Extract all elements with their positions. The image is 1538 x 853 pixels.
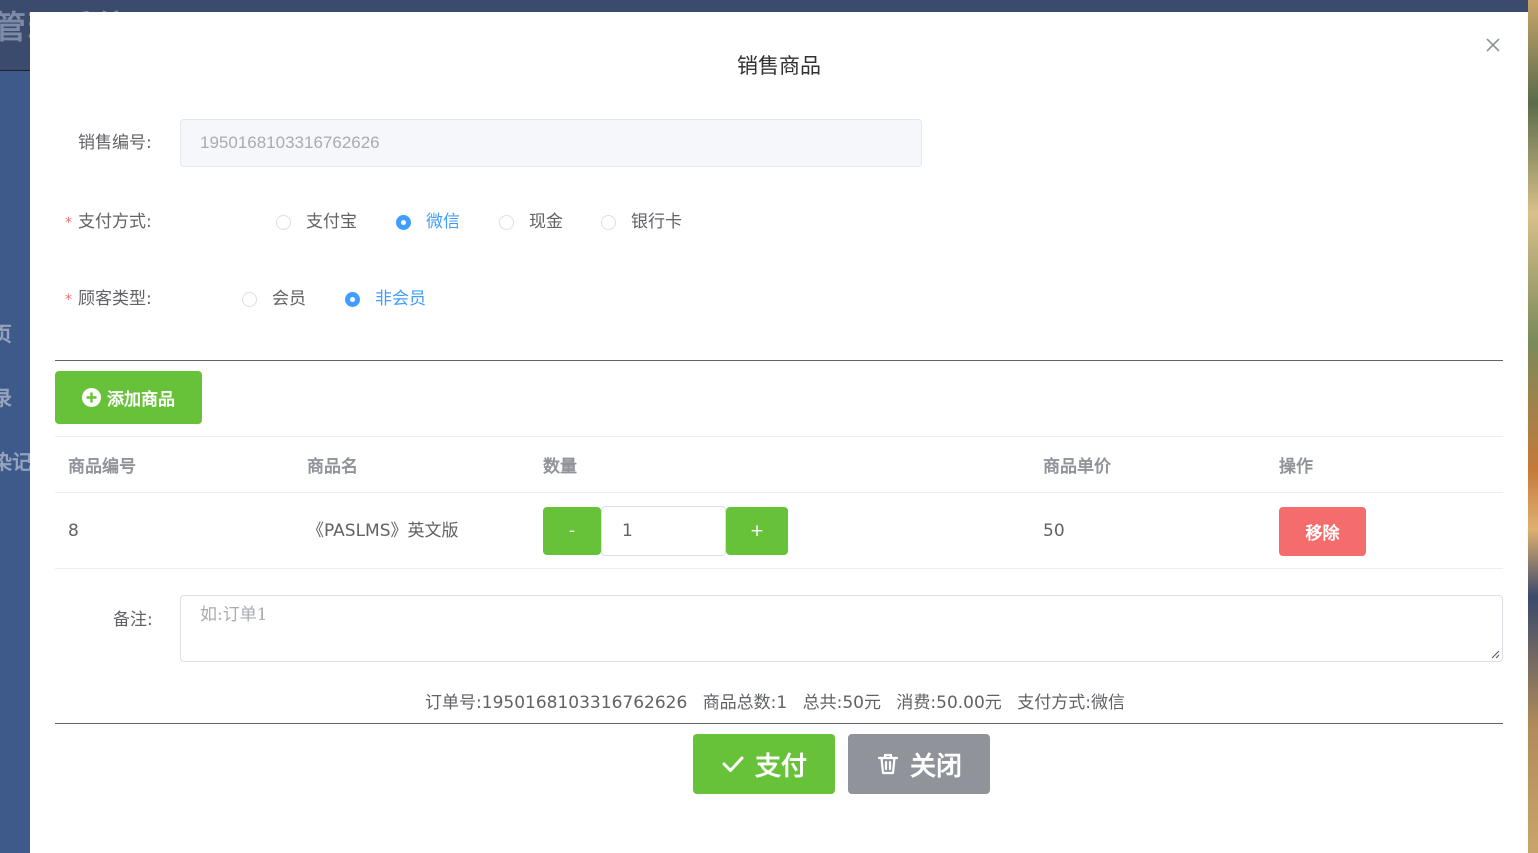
dialog-title: 销售商品 [737, 54, 821, 78]
column-header-qty: 数量 [543, 457, 577, 477]
sidebar-item: 染记 [0, 450, 32, 474]
column-header-name: 商品名 [307, 457, 358, 477]
pay-button[interactable]: 支付 [693, 734, 835, 794]
radio-label: 银行卡 [631, 212, 682, 232]
radio-circle[interactable] [499, 214, 514, 230]
table-bottom-border [55, 568, 1503, 569]
summary-payment: 支付方式:微信 [1017, 693, 1125, 713]
resize-grip-icon[interactable] [1491, 650, 1500, 659]
sidebar-item: 录 [0, 386, 12, 410]
summary-consume: 消费:50.00元 [896, 693, 1002, 713]
required-mark: * [65, 292, 72, 308]
remark-label: 备注: [113, 610, 153, 630]
close-label: 关闭 [909, 751, 962, 782]
sale-no-label: 销售编号: [78, 133, 152, 153]
radio-cash[interactable]: 现金 [499, 210, 563, 234]
qty-input[interactable]: 1 [601, 506, 726, 556]
radio-circle[interactable] [242, 291, 257, 307]
column-header-price: 商品单价 [1043, 457, 1111, 477]
summary-total-count: 商品总数:1 [702, 693, 788, 713]
background-image-strip [1528, 0, 1538, 853]
qty-decrement-button[interactable]: - [543, 507, 601, 555]
circle-plus-icon [82, 388, 101, 407]
summary-total: 总共:50元 [802, 693, 881, 713]
cell-goods-name: 《PASLMS》英文版 [307, 521, 459, 541]
pay-label: 支付 [754, 751, 807, 782]
close-icon[interactable] [1484, 36, 1502, 54]
required-mark: * [65, 215, 72, 231]
radio-circle[interactable] [345, 291, 360, 307]
column-header-id: 商品编号 [68, 457, 136, 477]
order-summary: 订单号:1950168103316762626 商品总数:1 总共:50元 消费… [30, 691, 1520, 715]
cell-unit-price: 50 [1043, 521, 1065, 541]
radio-label: 支付宝 [306, 212, 357, 232]
add-goods-label: 添加商品 [107, 390, 175, 410]
qty-increment-button[interactable]: + [726, 507, 788, 555]
trash-icon [876, 752, 900, 776]
radio-member[interactable]: 会员 [242, 287, 306, 311]
summary-order-no: 订单号:1950168103316762626 [425, 693, 688, 713]
column-header-action: 操作 [1279, 457, 1313, 477]
radio-bank-card[interactable]: 银行卡 [601, 210, 682, 234]
cell-goods-id: 8 [68, 521, 79, 541]
app-sidebar: 页 录 染记 [0, 71, 32, 853]
radio-label: 现金 [529, 212, 563, 232]
sale-no-input[interactable]: 1950168103316762626 [180, 119, 922, 167]
table-header-border [55, 492, 1503, 493]
radio-circle[interactable] [601, 214, 616, 230]
check-icon [721, 752, 745, 776]
sell-goods-dialog: 销售商品 销售编号: 1950168103316762626 * 支付方式: 支付… [30, 12, 1528, 853]
radio-wechat[interactable]: 微信 [396, 210, 460, 234]
radio-label: 非会员 [375, 289, 426, 309]
radio-circle[interactable] [396, 214, 411, 230]
remark-textarea[interactable]: 如:订单1 [180, 595, 1503, 662]
radio-label: 微信 [426, 212, 460, 232]
radio-non-member[interactable]: 非会员 [345, 287, 426, 311]
add-goods-button[interactable]: 添加商品 [55, 371, 202, 424]
remark-placeholder: 如:订单1 [200, 605, 268, 625]
table-top-border [55, 436, 1503, 437]
remove-button[interactable]: 移除 [1279, 507, 1366, 556]
payment-label: * 支付方式: [65, 210, 152, 235]
radio-circle[interactable] [276, 214, 291, 230]
radio-alipay[interactable]: 支付宝 [276, 210, 357, 234]
divider [55, 360, 1503, 361]
customer-type-label-text: 顾客类型: [78, 289, 152, 309]
sidebar-item: 页 [0, 322, 12, 346]
customer-type-label: * 顾客类型: [65, 287, 152, 312]
payment-label-text: 支付方式: [78, 212, 152, 232]
radio-label: 会员 [272, 289, 306, 309]
close-button[interactable]: 关闭 [848, 734, 990, 794]
divider [55, 723, 1503, 724]
